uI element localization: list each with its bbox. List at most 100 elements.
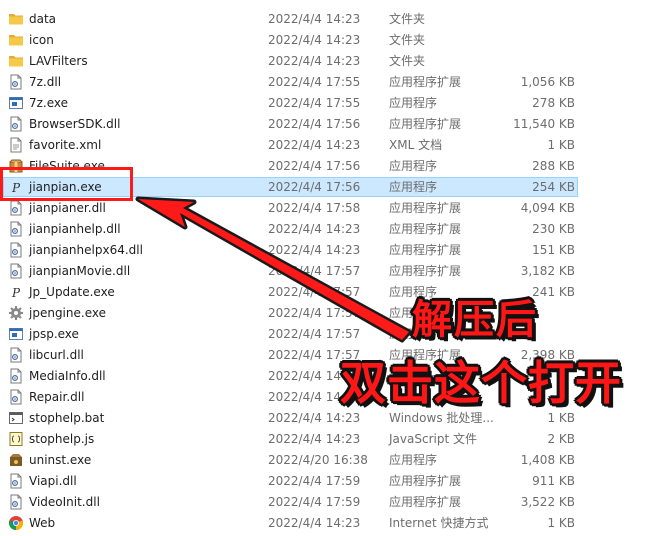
svg-text:P: P bbox=[11, 286, 21, 300]
file-date: 2022/4/4 17:57 bbox=[268, 285, 361, 299]
file-name: Viapi.dll bbox=[29, 474, 77, 488]
file-type: 应用程序扩展 bbox=[389, 474, 462, 488]
file-row[interactable]: VideoInit.dll 2022/4/4 17:59 应用程序扩展 3,522 K… bbox=[0, 492, 661, 513]
document-icon bbox=[8, 137, 24, 153]
exe-window-icon bbox=[8, 95, 24, 111]
file-row[interactable]: LAVFilters 2022/4/4 14:23 文件夹 bbox=[0, 51, 661, 72]
file-type: JavaScript 文件 bbox=[389, 432, 477, 446]
file-date: 2022/4/4 17:59 bbox=[268, 474, 361, 488]
folder-icon bbox=[8, 32, 24, 48]
file-row[interactable]: jianpianer.dll 2022/4/4 17:58 应用程序扩展 4,094 … bbox=[0, 198, 661, 219]
dll-icon bbox=[8, 200, 24, 216]
file-size: 230 KB bbox=[532, 222, 575, 236]
file-name: favorite.xml bbox=[29, 138, 102, 152]
highlight-box bbox=[0, 167, 133, 201]
file-type: 应用程序扩展 bbox=[389, 264, 462, 278]
file-row[interactable]: BrowserSDK.dll 2022/4/4 17:56 应用程序扩展 11,540… bbox=[0, 114, 661, 135]
file-date: 2022/4/4 14:23 bbox=[268, 12, 361, 26]
file-type: 应用程序扩展 bbox=[389, 75, 462, 89]
file-date: 2022/4/4 17:57 bbox=[268, 306, 361, 320]
file-type: 文件夹 bbox=[389, 54, 426, 68]
file-name: BrowserSDK.dll bbox=[29, 117, 121, 131]
file-row[interactable]: stophelp.bat 2022/4/4 14:23 Windows 批处理...… bbox=[0, 408, 661, 429]
file-date: 2022/4/4 14:23 bbox=[268, 243, 361, 257]
file-size: 1,408 KB bbox=[520, 453, 575, 467]
file-row[interactable]: jianpianhelp.dll 2022/4/4 14:23 应用程序扩展 230 … bbox=[0, 219, 661, 240]
file-name: jpsp.exe bbox=[29, 327, 79, 341]
file-date: 2022/4/4 17:58 bbox=[268, 201, 361, 215]
file-type: Internet 快捷方式 bbox=[389, 516, 489, 530]
file-type: 应用程序 bbox=[389, 159, 438, 173]
file-row[interactable]: uninst.exe 2022/4/20 16:38 应用程序 1,408 KB bbox=[0, 450, 661, 471]
file-name: jianpianMovie.dll bbox=[29, 264, 131, 278]
file-name: VideoInit.dll bbox=[29, 495, 100, 509]
folder-icon bbox=[8, 53, 24, 69]
file-size: 3,522 KB bbox=[520, 495, 575, 509]
file-name: data bbox=[29, 12, 57, 26]
file-row[interactable]: data 2022/4/4 14:23 文件夹 bbox=[0, 9, 661, 30]
file-size: 278 KB bbox=[532, 96, 575, 110]
file-row[interactable]: 7z.dll 2022/4/4 17:55 应用程序扩展 1,056 KB bbox=[0, 72, 661, 93]
annotation-line-1: 解压后 bbox=[412, 297, 538, 343]
file-name: Web bbox=[29, 516, 56, 530]
batch-file-icon bbox=[8, 410, 24, 426]
file-date: 2022/4/4 17:59 bbox=[268, 495, 361, 509]
file-size: 1 KB bbox=[547, 138, 575, 152]
file-row[interactable]: jianpianhelpx64.dll 2022/4/4 14:23 应用程序扩展 1… bbox=[0, 240, 661, 261]
file-size: 151 KB bbox=[532, 243, 575, 257]
file-date: 2022/4/4 14 bbox=[268, 369, 341, 383]
file-name: jianpianer.dll bbox=[29, 201, 106, 215]
file-name: jianpianhelpx64.dll bbox=[29, 243, 143, 257]
file-row[interactable]: Viapi.dll 2022/4/4 17:59 应用程序扩展 911 KB bbox=[0, 471, 661, 492]
file-type: 应用程序扩展 bbox=[389, 495, 462, 509]
file-size: 288 KB bbox=[532, 159, 575, 173]
file-type: 文件夹 bbox=[389, 12, 426, 26]
file-type: XML 文档 bbox=[389, 138, 443, 152]
file-row[interactable]: jpengine.exe 2022/4/4 17:57 应用程序 bbox=[0, 303, 661, 324]
file-date: 2022/4/4 17:56 bbox=[268, 117, 361, 131]
file-date: 2022/4/4 14:23 bbox=[268, 54, 361, 68]
file-date: 2022/4/4 17:57 bbox=[268, 264, 361, 278]
file-date: 2022/4/4 14:23 bbox=[268, 411, 361, 425]
file-name: Jp_Update.exe bbox=[29, 285, 115, 299]
file-row[interactable]: stophelp.js 2022/4/4 14:23 JavaScript 文件 2 … bbox=[0, 429, 661, 450]
file-size: 1 KB bbox=[547, 411, 575, 425]
annotation-line-2: 双击这个打开 bbox=[340, 356, 622, 410]
file-date: 2022/4/20 16:38 bbox=[268, 453, 368, 467]
file-size: 2 KB bbox=[547, 432, 575, 446]
file-row[interactable]: icon 2022/4/4 14:23 文件夹 bbox=[0, 30, 661, 51]
file-date: 2022/4/4 17:56 bbox=[268, 159, 361, 173]
file-date: 2022/4/4 14:23 bbox=[268, 33, 361, 47]
file-type: 应用程序 bbox=[389, 453, 438, 467]
jianpian-app-icon: P bbox=[8, 284, 24, 300]
file-date: 2022/4/4 14:23 bbox=[268, 516, 361, 530]
dll-icon bbox=[8, 494, 24, 510]
file-name: uninst.exe bbox=[29, 453, 92, 467]
file-row[interactable]: Web 2022/4/4 14:23 Internet 快捷方式 1 KB bbox=[0, 513, 661, 534]
file-row[interactable]: jpsp.exe 2022/4/4 17:57 应用程序 bbox=[0, 324, 661, 345]
file-name: libcurl.dll bbox=[29, 348, 84, 362]
file-name: 7z.dll bbox=[29, 75, 62, 89]
dll-icon bbox=[8, 263, 24, 279]
dll-icon bbox=[8, 242, 24, 258]
file-date: 2022/4/4 17:55 bbox=[268, 96, 361, 110]
file-name: 7z.exe bbox=[29, 96, 69, 110]
file-date: 2022/4/4 14:23 bbox=[268, 432, 361, 446]
file-row[interactable]: favorite.xml 2022/4/4 14:23 XML 文档 1 KB bbox=[0, 135, 661, 156]
file-date: 2022/4/4 14:23 bbox=[268, 138, 361, 152]
chrome-shortcut-icon bbox=[8, 515, 24, 531]
file-row[interactable]: jianpianMovie.dll 2022/4/4 17:57 应用程序扩展 3,1… bbox=[0, 261, 661, 282]
file-date: 2022/4/4 17:57 bbox=[268, 327, 361, 341]
file-type: 应用程序扩展 bbox=[389, 117, 462, 131]
file-name: LAVFilters bbox=[29, 54, 88, 68]
file-size: 3,182 KB bbox=[520, 264, 575, 278]
dll-icon bbox=[8, 116, 24, 132]
file-row[interactable]: 7z.exe 2022/4/4 17:55 应用程序 278 KB bbox=[0, 93, 661, 114]
file-size: 241 KB bbox=[532, 285, 575, 299]
file-row[interactable]: P Jp_Update.exe 2022/4/4 17:57 应用程序 241 KB bbox=[0, 282, 661, 303]
file-name: stophelp.bat bbox=[29, 411, 105, 425]
dll-icon bbox=[8, 347, 24, 363]
dll-icon bbox=[8, 389, 24, 405]
file-name: icon bbox=[29, 33, 54, 47]
dll-icon bbox=[8, 473, 24, 489]
